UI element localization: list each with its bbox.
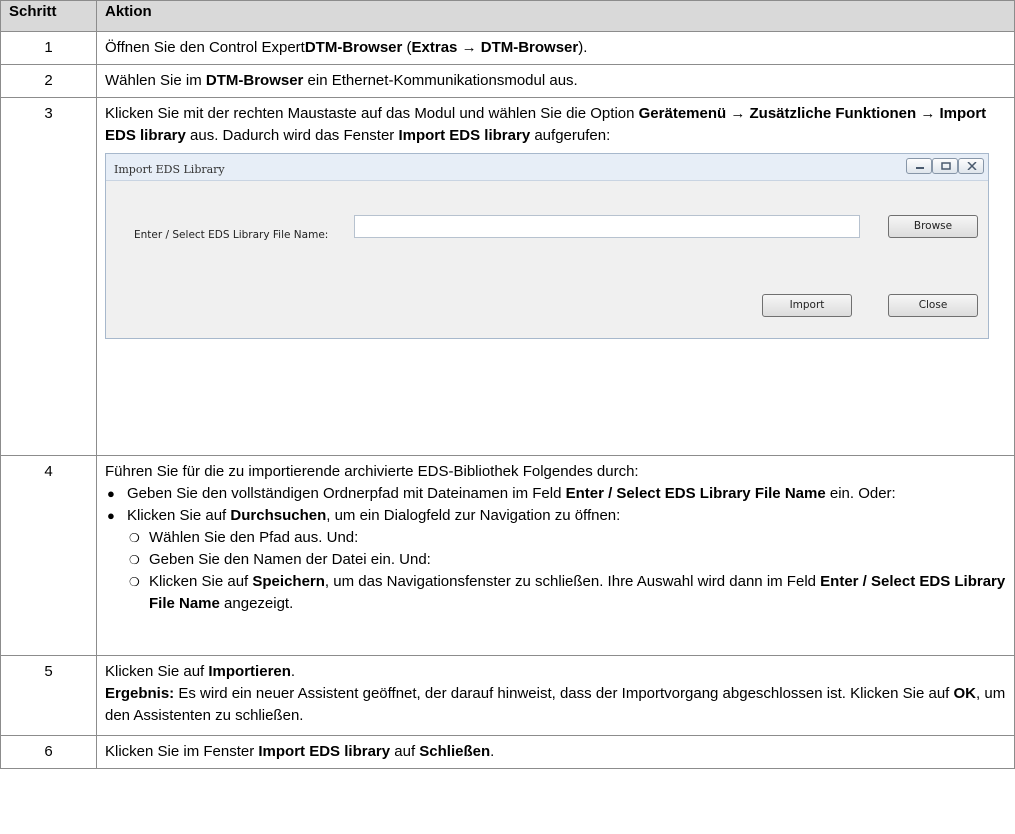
step-number: 2 [0, 64, 97, 98]
import-eds-dialog-screenshot: Import EDS Library Enter / Select EDS Li… [105, 153, 989, 339]
sub-list: Wählen Sie den Pfad aus. Und: Geben Sie … [127, 527, 1006, 615]
ui-term: Speichern [252, 573, 325, 590]
step-number: 1 [0, 31, 97, 65]
table-row: 5 Klicken Sie auf Importieren. Ergebnis:… [0, 655, 1015, 736]
list-item: Klicken Sie auf Durchsuchen, um ein Dial… [105, 505, 1006, 615]
text: Klicken Sie auf [149, 573, 253, 590]
header-step: Schritt [0, 0, 97, 32]
step-number: 3 [0, 97, 97, 456]
text: Es wird ein neuer Assistent geöffnet, de… [174, 685, 954, 702]
sub-list-item: Wählen Sie den Pfad aus. Und: [127, 527, 1006, 549]
file-name-input[interactable] [354, 215, 860, 238]
table-row: 6 Klicken Sie im Fenster Import EDS libr… [0, 735, 1015, 769]
text: ( [402, 39, 412, 56]
text: Öffnen Sie den Control Expert [105, 39, 305, 56]
text: ein. Oder: [825, 485, 896, 502]
ui-term: Durchsuchen [230, 507, 327, 524]
ui-term: Importieren [208, 663, 291, 680]
ui-term: Schließen [419, 743, 491, 760]
table-row: 1 Öffnen Sie den Control ExpertDTM-Brows… [0, 31, 1015, 65]
step-action: Wählen Sie im DTM-Browser ein Ethernet-K… [96, 64, 1015, 98]
list-item: Geben Sie den vollständigen Ordnerpfad m… [105, 483, 1006, 505]
step-action: Führen Sie für die zu importierende arch… [96, 455, 1015, 656]
step-number: 5 [0, 655, 97, 736]
text: . [290, 663, 296, 680]
minimize-icon[interactable] [906, 158, 932, 174]
table-header-row: Schritt Aktion [0, 0, 1015, 32]
step-action: Klicken Sie auf Importieren. Ergebnis: E… [96, 655, 1015, 736]
step-text: Klicken Sie mit der rechten Maustaste au… [105, 103, 1006, 147]
option-list: Geben Sie den vollständigen Ordnerpfad m… [105, 483, 1006, 615]
text: Wählen Sie im [105, 72, 206, 89]
table-row: 2 Wählen Sie im DTM-Browser ein Ethernet… [0, 64, 1015, 98]
step-number: 6 [0, 735, 97, 769]
import-button[interactable]: Import [762, 294, 852, 317]
procedure-table: Schritt Aktion 1 Öffnen Sie den Control … [0, 0, 1015, 769]
text: Klicken Sie im Fenster [105, 743, 259, 760]
text: , um ein Dialogfeld zur Navigation zu öf… [326, 507, 621, 524]
ui-term: Enter / Select EDS Library File Name [565, 485, 826, 502]
text: ). [578, 39, 588, 56]
text: aus. Dadurch wird das Fenster [185, 127, 399, 144]
ui-term: Extras → DTM-Browser [411, 39, 579, 56]
ui-term: OK [953, 685, 977, 702]
text: auf [390, 743, 420, 760]
browse-button[interactable]: Browse [888, 215, 978, 238]
text: Klicken Sie mit der rechten Maustaste au… [105, 105, 639, 122]
maximize-icon[interactable] [932, 158, 958, 174]
sub-list-item: Geben Sie den Namen der Datei ein. Und: [127, 549, 1006, 571]
text: aufgerufen: [530, 127, 611, 144]
ui-term: DTM-Browser [205, 72, 304, 89]
step-action: Öffnen Sie den Control ExpertDTM-Browser… [96, 31, 1015, 65]
step-number: 4 [0, 455, 97, 656]
step-text: Führen Sie für die zu importierende arch… [105, 463, 639, 480]
result-text: Ergebnis: Es wird ein neuer Assistent ge… [105, 683, 1006, 727]
sub-list-item: Klicken Sie auf Speichern, um das Naviga… [127, 571, 1006, 615]
text: . [490, 743, 495, 760]
text: Geben Sie den vollständigen Ordnerpfad m… [127, 485, 566, 502]
step-action: Klicken Sie im Fenster Import EDS librar… [96, 735, 1015, 769]
text: , um das Navigationsfenster zu schließen… [324, 573, 821, 590]
table-row: 4 Führen Sie für die zu importierende ar… [0, 455, 1015, 656]
step-action: Klicken Sie mit der rechten Maustaste au… [96, 97, 1015, 456]
ui-term: Import EDS library [398, 127, 531, 144]
table-row: 3 Klicken Sie mit der rechten Maustaste … [0, 97, 1015, 456]
step-text: Klicken Sie auf Importieren. [105, 661, 1006, 683]
file-name-label: Enter / Select EDS Library File Name: [134, 229, 329, 241]
ui-term: DTM-Browser [304, 39, 403, 56]
ui-term: Import EDS library [258, 743, 391, 760]
text: angezeigt. [219, 595, 294, 612]
close-button[interactable]: Close [888, 294, 978, 317]
header-action: Aktion [96, 0, 1015, 32]
result-label: Ergebnis: [105, 685, 175, 702]
dialog-title: Import EDS Library [114, 163, 225, 176]
close-icon[interactable] [958, 158, 984, 174]
text: ein Ethernet-Kommunikationsmodul aus. [303, 72, 578, 89]
text: Klicken Sie auf [127, 507, 231, 524]
dialog-titlebar: Import EDS Library [106, 154, 988, 181]
text: Klicken Sie auf [105, 663, 209, 680]
